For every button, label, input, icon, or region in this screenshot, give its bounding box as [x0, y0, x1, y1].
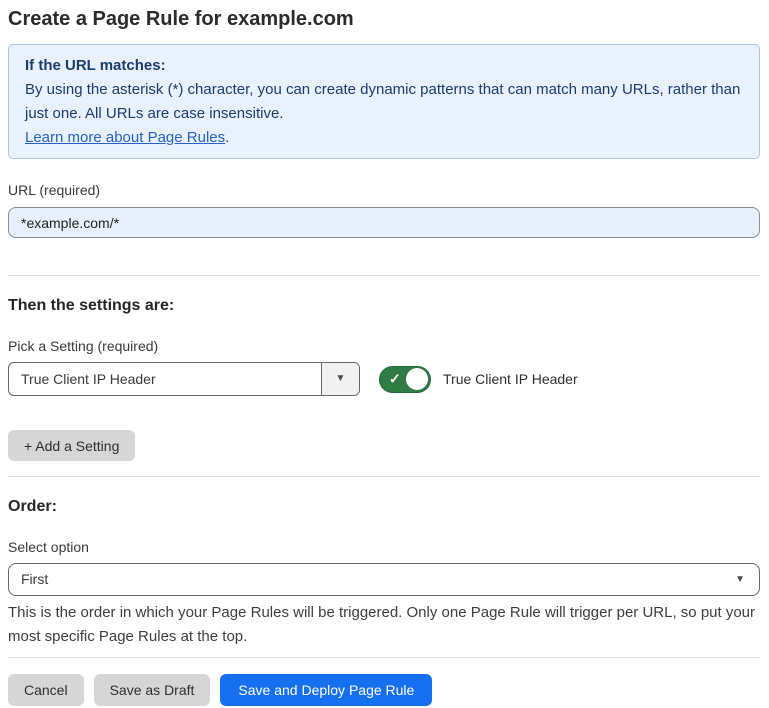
- url-input[interactable]: [8, 207, 760, 238]
- chevron-down-icon: ▼: [336, 374, 346, 384]
- footer-buttons: Cancel Save as Draft Save and Deploy Pag…: [8, 674, 760, 706]
- info-box-link-row: Learn more about Page Rules.: [25, 126, 743, 150]
- url-match-info-box: If the URL matches: By using the asteris…: [8, 44, 760, 159]
- add-setting-button[interactable]: + Add a Setting: [8, 430, 135, 461]
- link-suffix: .: [225, 129, 229, 146]
- section-divider: [8, 657, 760, 658]
- setting-select[interactable]: True Client IP Header ▼: [8, 362, 360, 396]
- toggle-label: True Client IP Header: [443, 371, 578, 387]
- page-title: Create a Page Rule for example.com: [8, 5, 760, 33]
- section-divider: [8, 476, 760, 477]
- true-client-ip-toggle[interactable]: ✓: [379, 366, 431, 393]
- cancel-button[interactable]: Cancel: [8, 674, 84, 706]
- order-section-heading: Order:: [8, 498, 760, 516]
- order-select[interactable]: First ▼: [8, 563, 760, 596]
- page-rule-form: Create a Page Rule for example.com If th…: [0, 0, 769, 706]
- chevron-down-icon: ▼: [735, 575, 745, 585]
- save-and-deploy-button[interactable]: Save and Deploy Page Rule: [220, 674, 432, 706]
- order-help-text: This is the order in which your Page Rul…: [8, 601, 760, 649]
- order-select-value: First: [9, 564, 759, 595]
- settings-section-heading: Then the settings are:: [8, 297, 760, 315]
- pick-setting-label: Pick a Setting (required): [8, 338, 760, 354]
- info-box-heading: If the URL matches:: [25, 54, 743, 78]
- setting-row: True Client IP Header ▼ ✓ True Client IP…: [8, 362, 760, 396]
- setting-select-value: True Client IP Header: [9, 363, 321, 395]
- order-select-label: Select option: [8, 539, 760, 555]
- setting-select-arrow-button[interactable]: ▼: [321, 363, 359, 395]
- save-as-draft-button[interactable]: Save as Draft: [94, 674, 211, 706]
- check-icon: ✓: [389, 371, 401, 385]
- toggle-knob: [406, 368, 428, 390]
- info-box-body: By using the asterisk (*) character, you…: [25, 78, 743, 126]
- url-field-label: URL (required): [8, 182, 760, 198]
- section-divider: [8, 275, 760, 276]
- learn-more-link[interactable]: Learn more about Page Rules: [25, 129, 225, 146]
